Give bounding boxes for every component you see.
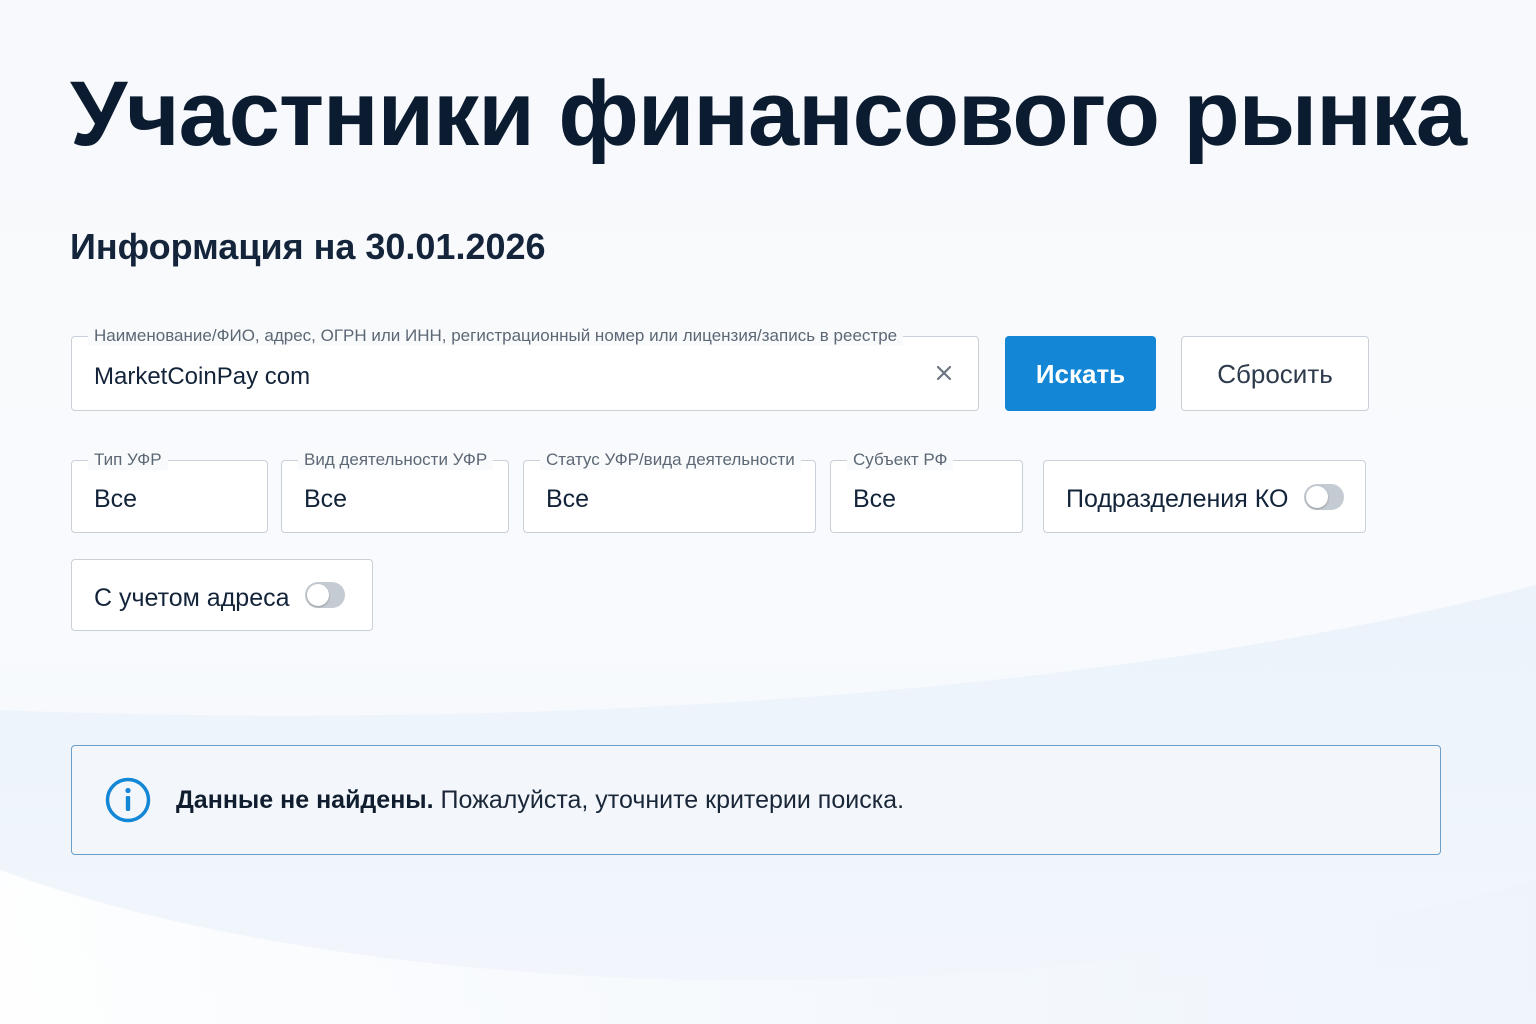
page-title: Участники финансового рынка xyxy=(70,63,1467,165)
alert-message-text: Пожалуйста, уточните критерии поиска. xyxy=(433,786,905,814)
toggle-label: Подразделения КО xyxy=(1066,485,1289,513)
filter-ufr-type[interactable]: Тип УФР Все xyxy=(71,450,268,533)
filter-region[interactable]: Субъект РФ Все xyxy=(830,450,1023,533)
toggle-label: С учетом адреса xyxy=(94,584,290,612)
reset-button[interactable]: Сбросить xyxy=(1181,336,1369,411)
filter-label: Вид деятельности УФР xyxy=(298,450,494,470)
toggle-switch[interactable] xyxy=(1304,484,1344,510)
search-button[interactable]: Искать xyxy=(1005,336,1156,411)
toggle-switch[interactable] xyxy=(305,582,345,608)
no-results-alert: Данные не найдены. Пожалуйста, уточните … xyxy=(71,745,1441,855)
page: Участники финансового рынка Информация н… xyxy=(0,0,1536,1024)
search-input-label: Наименование/ФИО, адрес, ОГРН или ИНН, р… xyxy=(88,326,904,346)
filter-label: Статус УФР/вида деятельности xyxy=(540,450,801,470)
filter-activity-type[interactable]: Вид деятельности УФР Все xyxy=(281,450,509,533)
close-icon[interactable] xyxy=(932,361,956,385)
filter-value: Все xyxy=(94,485,138,513)
filter-label: Тип УФР xyxy=(88,450,168,470)
alert-message: Данные не найдены. Пожалуйста, уточните … xyxy=(176,786,904,815)
search-input[interactable]: Наименование/ФИО, адрес, ОГРН или ИНН, р… xyxy=(71,326,979,411)
info-icon xyxy=(105,777,151,823)
filter-value: Все xyxy=(304,485,348,513)
toggle-ko-divisions[interactable]: Подразделения КО xyxy=(1043,460,1366,533)
filter-status[interactable]: Статус УФР/вида деятельности Все xyxy=(523,450,816,533)
search-input-value: MarketCoinPay com xyxy=(94,363,311,390)
toggle-with-address[interactable]: С учетом адреса xyxy=(71,559,373,631)
filter-value: Все xyxy=(546,485,590,513)
page-subtitle: Информация на 30.01.2026 xyxy=(70,226,546,267)
filter-label: Субъект РФ xyxy=(847,450,954,470)
alert-message-bold: Данные не найдены. xyxy=(176,786,434,814)
filter-value: Все xyxy=(853,485,897,513)
